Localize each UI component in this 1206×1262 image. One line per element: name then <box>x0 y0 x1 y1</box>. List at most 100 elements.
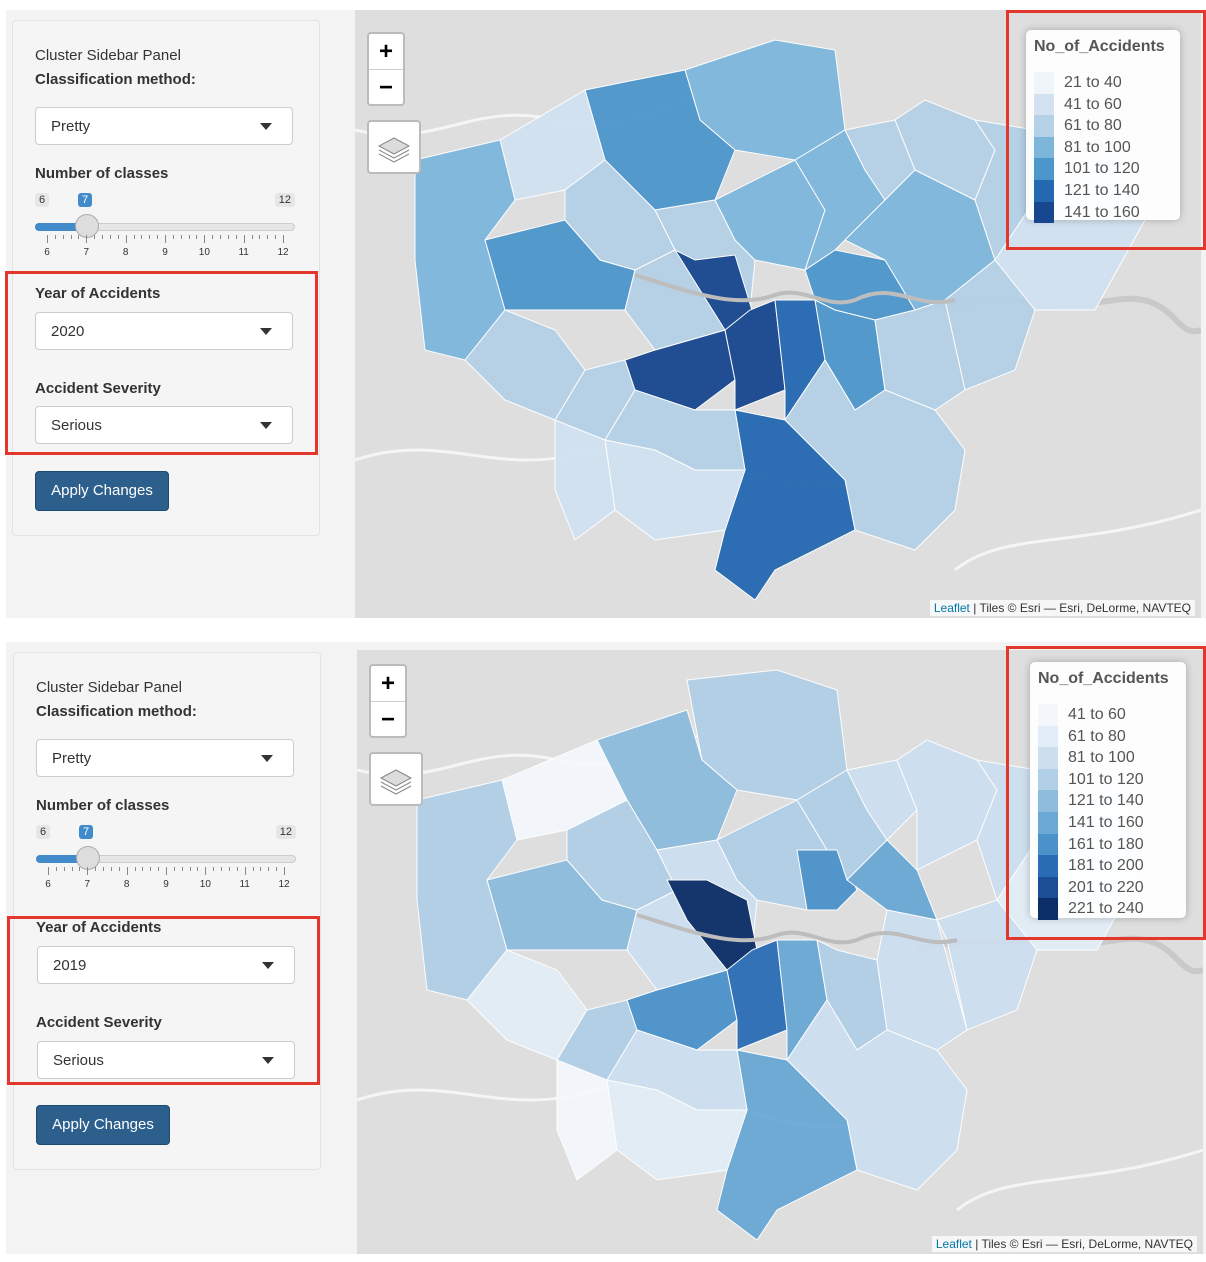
classification-method-select[interactable]: Pretty <box>36 739 294 777</box>
slider-tick <box>197 867 199 871</box>
slider-value-label: 7 <box>79 825 94 839</box>
cluster-sidebar: Cluster Sidebar Panel Classification met… <box>13 652 321 1170</box>
chevron-down-icon <box>260 123 272 130</box>
accident-severity-value: Serious <box>51 417 102 434</box>
slider-tick <box>213 867 215 871</box>
slider-tick <box>173 867 175 871</box>
slider-tick-label: 9 <box>163 879 169 890</box>
slider-tick <box>204 235 206 243</box>
slider-min-label: 6 <box>36 825 51 839</box>
accident-severity-select[interactable]: Serious <box>35 406 293 444</box>
chevron-down-icon <box>260 422 272 429</box>
slider-tick <box>142 867 144 871</box>
slider-tick <box>150 867 152 871</box>
accident-severity-select[interactable]: Serious <box>37 1041 295 1079</box>
slider-tick <box>188 235 190 239</box>
slider-tick <box>157 235 159 239</box>
year-of-accidents-value: 2019 <box>53 957 87 974</box>
chevron-down-icon <box>260 328 272 335</box>
slider-tick <box>227 235 229 239</box>
zoom-in-button[interactable]: + <box>369 34 403 69</box>
slider-tick <box>87 867 89 875</box>
slider-tick <box>94 235 96 239</box>
map-attribution: Leaflet | Tiles © Esri — Esri, DeLorme, … <box>931 1236 1197 1252</box>
slider-tick <box>125 235 127 243</box>
slider-tick <box>47 235 48 243</box>
slider-tick <box>276 867 278 871</box>
attribution-text: | Tiles © Esri — Esri, DeLorme, NAVTEQ <box>971 1237 1193 1251</box>
slider-tick-label: 7 <box>83 247 90 258</box>
number-of-classes-slider[interactable]: 6 7 12 6 7 8 9 10 11 12 <box>36 825 296 895</box>
slider-tick <box>126 867 128 875</box>
zoom-out-button[interactable]: − <box>371 702 405 737</box>
slider-tick <box>180 235 182 239</box>
classification-method-value: Pretty <box>52 750 92 767</box>
slider-tick <box>236 867 238 871</box>
layers-icon <box>379 769 413 795</box>
slider-tick <box>54 235 56 239</box>
classification-method-label: Classification method: <box>35 71 196 88</box>
slider-tick-label: 8 <box>123 879 130 890</box>
number-of-classes-slider[interactable]: 6 7 12 6 7 8 9 10 11 12 <box>35 193 295 263</box>
slider-tick-label: 11 <box>239 879 250 890</box>
leaflet-link[interactable]: Leaflet <box>934 601 970 615</box>
slider-tick <box>205 867 207 875</box>
map-attribution: Leaflet | Tiles © Esri — Esri, DeLorme, … <box>929 600 1195 616</box>
zoom-control: + − <box>369 664 407 738</box>
slider-tick-label: 6 <box>44 247 50 258</box>
number-of-classes-label: Number of classes <box>36 797 170 814</box>
slider-tick <box>110 867 112 871</box>
slider-tick <box>235 235 237 239</box>
slider-tick <box>70 235 72 239</box>
slider-tick-label: 12 <box>277 247 289 258</box>
layers-button[interactable] <box>367 120 421 174</box>
apply-changes-button[interactable]: Apply Changes <box>36 1105 170 1145</box>
zoom-control: + − <box>367 32 405 106</box>
slider-tick <box>63 867 65 871</box>
slider-tick <box>141 235 143 239</box>
slider-tick <box>165 235 166 243</box>
layers-button[interactable] <box>369 752 423 806</box>
slider-tick-label: 6 <box>45 879 51 890</box>
classification-method-value: Pretty <box>51 118 91 135</box>
slider-tick <box>149 235 151 239</box>
zoom-in-button[interactable]: + <box>371 666 405 701</box>
slider-tick <box>117 235 119 239</box>
year-of-accidents-select[interactable]: 2019 <box>37 946 295 984</box>
year-of-accidents-select[interactable]: 2020 <box>35 312 293 350</box>
sidebar-title: Cluster Sidebar Panel <box>35 47 181 64</box>
slider-tick-label: 10 <box>199 879 211 890</box>
slider-tick <box>283 235 284 243</box>
slider-tick <box>55 867 57 871</box>
slider-tick <box>79 867 81 871</box>
classification-method-select[interactable]: Pretty <box>35 107 293 145</box>
slider-tick <box>212 235 214 239</box>
slider-tick <box>252 867 254 871</box>
highlight-box-legend-2 <box>1006 646 1206 940</box>
zoom-out-button[interactable]: − <box>369 70 403 105</box>
slider-tick <box>244 867 246 875</box>
slider-tick-label: 10 <box>198 247 210 258</box>
slider-tick <box>103 867 105 871</box>
slider-tick <box>243 235 245 243</box>
slider-tick <box>118 867 120 871</box>
classification-method-label: Classification method: <box>36 703 197 720</box>
year-of-accidents-value: 2020 <box>51 323 85 340</box>
slider-tick-label: 7 <box>84 879 91 890</box>
slider-tick <box>102 235 104 239</box>
slider-tick-label: 12 <box>278 879 290 890</box>
sidebar-title: Cluster Sidebar Panel <box>36 679 182 696</box>
slider-tick <box>71 867 73 871</box>
slider-min-label: 6 <box>35 193 50 207</box>
slider-tick <box>86 235 88 243</box>
slider-tick <box>166 867 167 875</box>
apply-changes-button[interactable]: Apply Changes <box>35 471 169 511</box>
accident-severity-label: Accident Severity <box>36 1014 162 1031</box>
chevron-down-icon <box>262 962 274 969</box>
leaflet-link[interactable]: Leaflet <box>936 1237 972 1251</box>
accident-severity-label: Accident Severity <box>35 380 161 397</box>
year-of-accidents-label: Year of Accidents <box>35 285 161 302</box>
slider-tick <box>189 867 191 871</box>
chevron-down-icon <box>262 1057 274 1064</box>
slider-tick <box>275 235 277 239</box>
